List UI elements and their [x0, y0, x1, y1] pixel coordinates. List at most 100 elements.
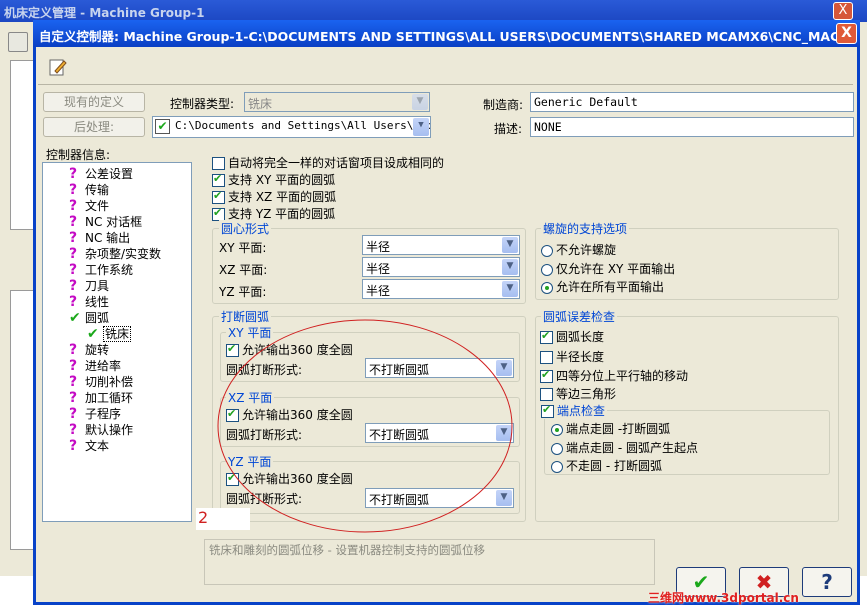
- annotation-number: 2: [196, 508, 250, 530]
- center-xy-label: XY 平面:: [219, 241, 267, 255]
- question-icon: ?: [69, 198, 78, 214]
- dialog-close-button[interactable]: X: [836, 23, 857, 44]
- tree-item-feedrate[interactable]: ? 进给率: [69, 357, 121, 374]
- chevron-down-icon: ▼: [502, 237, 518, 253]
- helix-option-all[interactable]: 允许在所有平面输出: [541, 278, 664, 295]
- manufacturer-label: 制造商:: [483, 98, 524, 112]
- question-icon: ?: [69, 406, 78, 422]
- endpoint-option-nocircle[interactable]: 不走圆 - 打断圆弧: [551, 457, 662, 474]
- radio[interactable]: [541, 281, 553, 294]
- radio[interactable]: [541, 244, 553, 257]
- question-icon: ?: [69, 262, 78, 278]
- center-xz-select[interactable]: 半径 ▼: [362, 257, 520, 277]
- post-status-icon: ✔: [155, 119, 170, 134]
- checkbox[interactable]: [212, 157, 225, 170]
- bg-window-title: 机床定义管理 - Machine Group-1: [0, 0, 867, 22]
- question-icon: ?: [69, 182, 78, 198]
- question-icon: ?: [69, 278, 78, 294]
- question-icon: ?: [69, 246, 78, 262]
- post-processor-button[interactable]: 后处理:: [43, 117, 145, 137]
- checkbox[interactable]: [540, 388, 553, 401]
- question-icon: ?: [69, 374, 78, 390]
- tree-item-tolerance[interactable]: ? 公差设置: [69, 165, 133, 182]
- tree-item-nc-output[interactable]: ? NC 输出: [69, 229, 130, 246]
- tree-item-misc[interactable]: ? 杂项整/实变数: [69, 245, 161, 262]
- question-icon: ?: [69, 166, 78, 182]
- checkbox[interactable]: [212, 189, 225, 204]
- question-icon: ?: [69, 358, 78, 374]
- bg-tool-icon[interactable]: [8, 32, 28, 52]
- edit-icon[interactable]: [48, 57, 68, 77]
- tree-item-text[interactable]: ? 文本: [69, 437, 109, 454]
- tree-item-nc-dialog[interactable]: ? NC 对话框: [69, 213, 142, 230]
- tol-arc-length[interactable]: 圆弧长度: [540, 328, 604, 345]
- tree-item-rotary[interactable]: ? 旋转: [69, 341, 109, 358]
- tree-item-linear[interactable]: ? 线性: [69, 293, 109, 310]
- checkbox[interactable]: [541, 403, 554, 418]
- check-icon: ✔: [69, 310, 81, 326]
- helix-title: 螺旋的支持选项: [541, 220, 630, 237]
- tree-item-transfer[interactable]: ? 传输: [69, 181, 109, 198]
- center-yz-label: YZ 平面:: [219, 285, 267, 299]
- helix-option-xy[interactable]: 仅允许在 XY 平面输出: [541, 260, 675, 277]
- dialog-title: 自定义控制器: Machine Group-1-C:\DOCUMENTS AND…: [33, 20, 860, 47]
- question-icon: ?: [69, 390, 78, 406]
- question-icon: ?: [69, 294, 78, 310]
- check-icon: ✔: [87, 326, 99, 342]
- tol-equilateral[interactable]: 等边三角形: [540, 385, 616, 402]
- radio[interactable]: [551, 460, 563, 473]
- chevron-down-icon: ▼: [502, 259, 518, 275]
- controller-tree[interactable]: ? 公差设置 ? 传输 ? 文件 ? NC 对话框 ? NC 输出 ? 杂项整/实变数 ? 工…: [42, 162, 192, 522]
- helix-option-none[interactable]: 不允许螺旋: [541, 241, 616, 258]
- check-xy-arc[interactable]: 支持 XY 平面的圆弧: [212, 171, 335, 188]
- endpoint-option-break[interactable]: 端点走圆 -打断圆弧: [551, 420, 670, 437]
- tree-item-cycles[interactable]: ? 加工循环: [69, 389, 133, 406]
- center-form-title: 圆心形式: [219, 220, 272, 237]
- question-icon: ?: [69, 214, 78, 230]
- center-yz-select[interactable]: 半径 ▼: [362, 279, 520, 299]
- question-icon: ?: [69, 422, 78, 438]
- endpoint-check[interactable]: 端点检查: [539, 402, 608, 419]
- manufacturer-field[interactable]: Generic Default: [530, 92, 854, 112]
- bg-close-button[interactable]: X: [833, 2, 853, 20]
- description-field[interactable]: NONE: [530, 117, 854, 137]
- tree-item-arc[interactable]: ✔ 圆弧: [69, 309, 109, 326]
- radio[interactable]: [551, 423, 563, 436]
- tree-item-default-ops[interactable]: ? 默认操作: [69, 421, 133, 438]
- checkbox[interactable]: [212, 172, 225, 187]
- help-button[interactable]: ?: [802, 567, 852, 597]
- description-label: 描述:: [494, 122, 523, 136]
- tol-quadrant-move[interactable]: 四等分位上平行轴的移动: [540, 367, 688, 384]
- tree-item-cutter-comp[interactable]: ? 切削补偿: [69, 373, 133, 390]
- tree-label: 控制器信息:: [46, 148, 111, 162]
- checkbox[interactable]: [540, 368, 553, 383]
- tree-item-mill[interactable]: ✔ 铣床: [87, 325, 132, 342]
- toolbar-divider: [38, 84, 853, 85]
- check-xz-arc[interactable]: 支持 XZ 平面的圆弧: [212, 188, 336, 205]
- post-path-select[interactable]: C:\Documents and Settings\All Users\Docu…: [152, 116, 431, 138]
- center-xy-select[interactable]: 半径 ▼: [362, 235, 520, 255]
- tree-item-work-system[interactable]: ? 工作系统: [69, 261, 133, 278]
- checkbox[interactable]: [540, 351, 553, 364]
- endpoint-option-start[interactable]: 端点走圆 - 圆弧产生起点: [551, 439, 698, 456]
- tree-item-subprogram[interactable]: ? 子程序: [69, 405, 121, 422]
- center-xz-label: XZ 平面:: [219, 263, 268, 277]
- existing-definition-button[interactable]: 现有的定义: [43, 92, 145, 112]
- controller-type-select[interactable]: 铣床 ▼: [244, 92, 430, 112]
- status-description: 铣床和雕刻的圆弧位移 - 设置机器控制支持的圆弧位移: [204, 539, 655, 585]
- check-auto-same[interactable]: 自动将完全一样的对话窗项目设成相同的: [212, 154, 444, 171]
- radio[interactable]: [551, 442, 563, 455]
- checkbox[interactable]: [540, 329, 553, 344]
- chevron-down-icon: ▼: [412, 94, 428, 110]
- tree-item-tools[interactable]: ? 刀具: [69, 277, 109, 294]
- question-icon: ?: [69, 230, 78, 246]
- controller-type-label: 控制器类型:: [170, 97, 235, 111]
- tree-item-files[interactable]: ? 文件: [69, 197, 109, 214]
- annotation-ellipse: [217, 319, 513, 533]
- arc-tolerance-title: 圆弧误差检查: [541, 308, 618, 325]
- question-icon: ?: [69, 342, 78, 358]
- chevron-down-icon: ▼: [413, 118, 429, 136]
- question-icon: ?: [69, 438, 78, 454]
- tol-radius-length[interactable]: 半径长度: [540, 348, 604, 365]
- radio[interactable]: [541, 263, 553, 276]
